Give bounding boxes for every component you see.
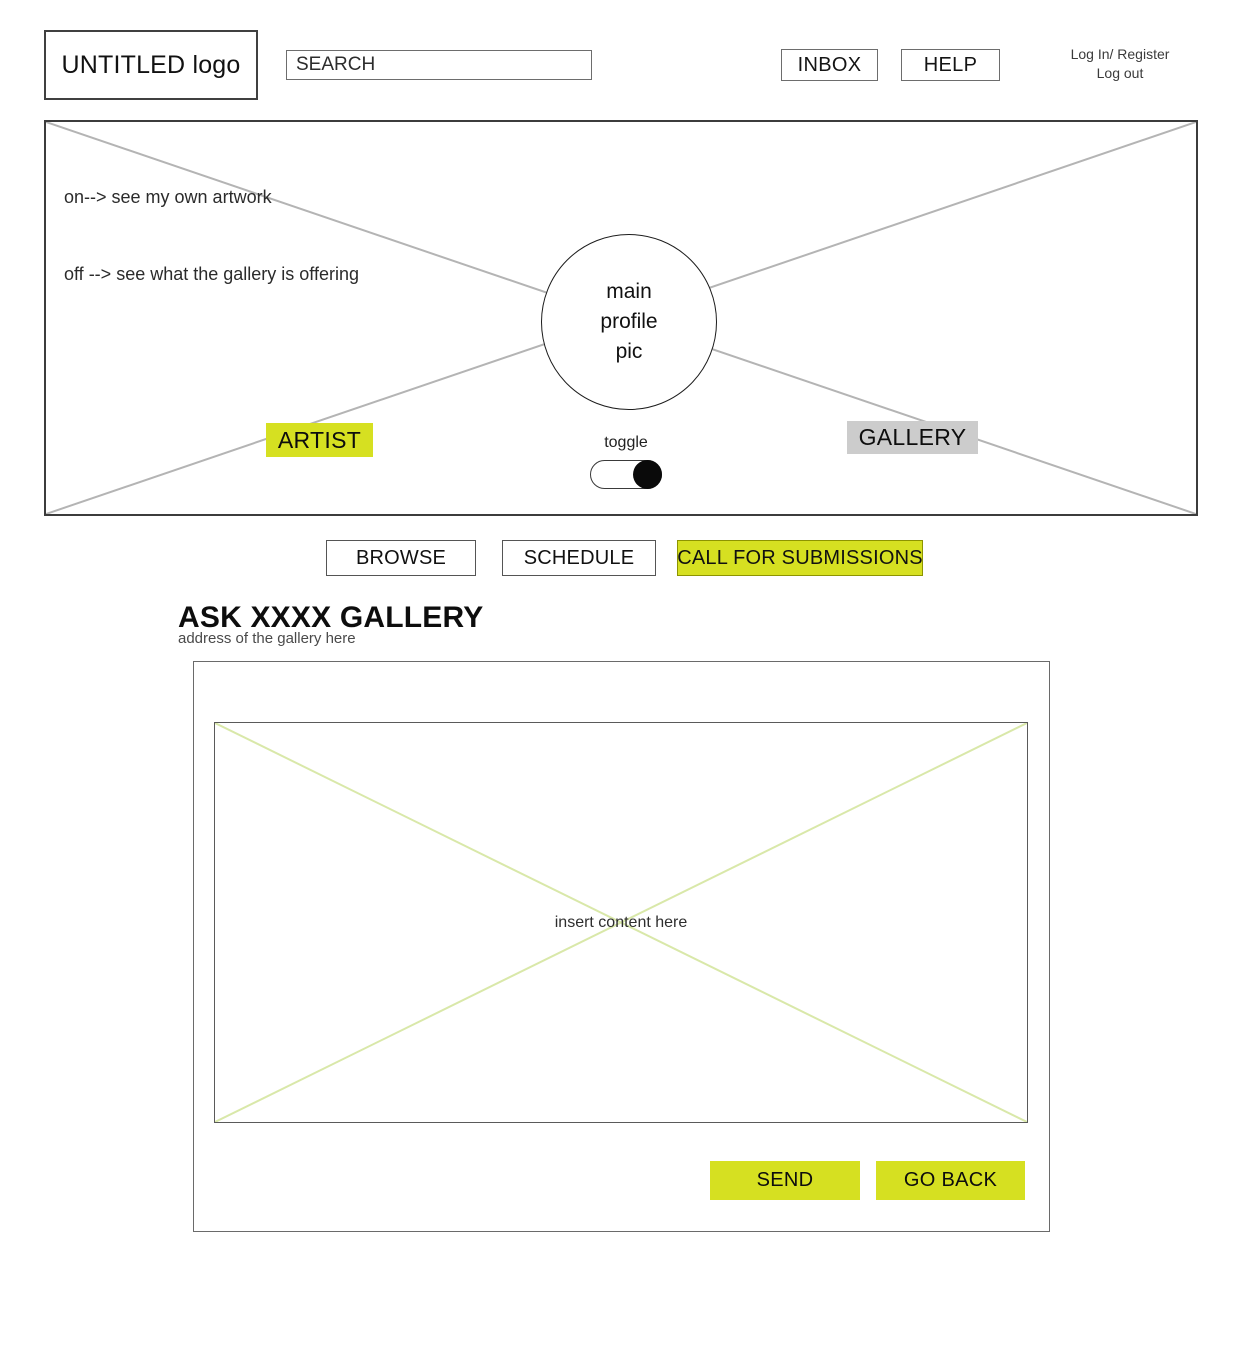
toggle-knob[interactable] — [633, 460, 662, 489]
toggle-label: toggle — [604, 434, 648, 451]
toggle-note-off: off --> see what the gallery is offering — [64, 263, 359, 284]
gallery-badge-label: GALLERY — [858, 424, 967, 450]
help-button-label: HELP — [923, 53, 978, 76]
toggle-note-on: on--> see my own artwork — [64, 187, 272, 208]
gallery-address: address of the gallery here — [178, 630, 356, 647]
profile-pic-line-3: pic — [615, 339, 643, 363]
content-placeholder-label: insert content here — [554, 913, 688, 931]
logout-link[interactable]: Log out — [1040, 64, 1200, 83]
go-back-button-label: GO BACK — [903, 1169, 998, 1191]
profile-pic-line-2: profile — [600, 310, 658, 334]
toggle-explanation-note: on--> see my own artwork off --> see wha… — [64, 134, 359, 338]
tab-browse-label: BROWSE — [355, 546, 447, 569]
send-button-label: SEND — [756, 1169, 814, 1191]
tab-schedule-label: SCHEDULE — [523, 546, 635, 569]
artist-badge[interactable]: ARTIST — [266, 423, 373, 457]
search-field[interactable] — [286, 50, 592, 80]
search-input[interactable] — [296, 54, 591, 76]
tab-browse[interactable]: BROWSE — [326, 540, 476, 576]
content-panel: insert content here SEND GO BACK — [193, 661, 1050, 1232]
hero-banner: on--> see my own artwork off --> see wha… — [44, 120, 1198, 516]
profile-pic-line-1: main — [606, 280, 652, 304]
site-header: UNTITLED logo INBOX HELP Log In/ Registe… — [0, 0, 1248, 120]
account-links: Log In/ Register Log out — [1040, 45, 1200, 83]
inbox-button-label: INBOX — [797, 53, 862, 76]
send-button[interactable]: SEND — [710, 1161, 860, 1200]
inbox-button[interactable]: INBOX — [781, 49, 878, 81]
tab-call-for-submissions[interactable]: CALL FOR SUBMISSIONS — [677, 540, 923, 576]
content-placeholder[interactable]: insert content here — [214, 722, 1028, 1123]
artist-gallery-toggle[interactable] — [590, 460, 662, 489]
login-register-link[interactable]: Log In/ Register — [1040, 45, 1200, 64]
main-profile-pic[interactable]: main profile pic — [541, 234, 717, 410]
gallery-badge[interactable]: GALLERY — [847, 421, 978, 454]
logo[interactable]: UNTITLED logo — [44, 30, 258, 100]
tab-call-for-submissions-label: CALL FOR SUBMISSIONS — [677, 546, 923, 569]
artist-gallery-toggle-group: toggle — [576, 434, 676, 489]
artist-badge-label: ARTIST — [277, 426, 362, 453]
help-button[interactable]: HELP — [901, 49, 1000, 81]
go-back-button[interactable]: GO BACK — [876, 1161, 1025, 1200]
tab-schedule[interactable]: SCHEDULE — [502, 540, 656, 576]
logo-text: UNTITLED logo — [61, 50, 241, 79]
